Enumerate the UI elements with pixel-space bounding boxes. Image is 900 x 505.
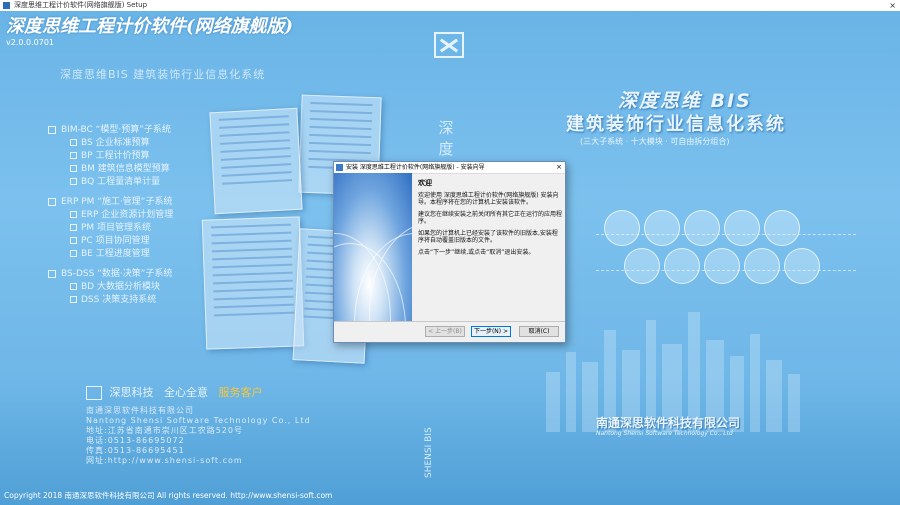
setup-icon xyxy=(336,164,343,171)
brand-vertical: SHENSI BIS xyxy=(424,427,434,478)
module-hex-icon xyxy=(704,248,740,284)
module-hex-icon xyxy=(784,248,820,284)
section-item: BE 工程进度管理 xyxy=(48,248,173,261)
slogan-brand: 深思科技 xyxy=(109,386,154,399)
contact-line: 传真:0513-86695451 xyxy=(86,446,185,455)
skyline-building xyxy=(566,352,576,432)
splash-slogan: 深思科技 全心全意 服务客户 xyxy=(86,384,263,400)
section-item: BD 大数据分析模块 xyxy=(48,281,172,294)
dialog-welcome-heading: 欢迎 xyxy=(418,179,432,187)
dialog-content: 欢迎 欢迎使用 深度思维工程计价软件(网络旗舰版) 安装向导。本程序将在您的计算… xyxy=(418,180,562,261)
skyline-building xyxy=(766,360,782,432)
section-dss: BS-DSS “数据·决策”子系统 BD 大数据分析模块 DSS 决策支持系统 xyxy=(48,268,172,307)
contact-line: 电话:0513-86695072 xyxy=(86,436,185,445)
cancel-button[interactable]: 取消(C) xyxy=(519,326,559,337)
module-hex-icon xyxy=(664,248,700,284)
splash-version: v2.0.0.0701 xyxy=(6,38,54,47)
section-item: BS 企业标准预算 xyxy=(48,137,171,150)
contact-line: 地址:江苏省南通市崇川区工农路520号 xyxy=(86,426,243,435)
section-item: BM 建筑信息模型预算 xyxy=(48,163,171,176)
module-hex-icon xyxy=(684,210,720,246)
contact-line: 网址:http://www.shensi-soft.com xyxy=(86,456,243,465)
dialog-separator xyxy=(334,321,565,322)
module-hex-icon xyxy=(724,210,760,246)
doc-card-3 xyxy=(201,216,305,350)
section-bim: BIM-BC “模型·预算”子系统 BS 企业标准预算 BP 工程计价预算 BM… xyxy=(48,124,171,189)
section-item: BQ 工程量清单计量 xyxy=(48,176,171,189)
shensi-logo-icon xyxy=(434,32,464,58)
window-close-icon[interactable]: × xyxy=(889,0,896,11)
module-hex-icon xyxy=(624,248,660,284)
next-button[interactable]: 下一步(N) > xyxy=(471,326,511,337)
app-icon xyxy=(3,2,10,9)
section-item: BP 工程计价预算 xyxy=(48,150,171,163)
copyright: Copyright 2018 南通深思软件科技有限公司 All rights r… xyxy=(4,491,333,500)
section-erp: ERP PM “施工·管理”子系统 ERP 企业资源计划管理 PM 项目管理系统… xyxy=(48,196,173,261)
module-hex-icon xyxy=(764,210,800,246)
section-head-bim: BIM-BC “模型·预算”子系统 xyxy=(48,124,171,137)
skyline-building xyxy=(788,374,800,432)
skyline-building xyxy=(546,372,560,432)
skyline-building xyxy=(750,334,760,432)
section-head-dss: BS-DSS “数据·决策”子系统 xyxy=(48,268,172,281)
dialog-title: 安装 深度思维工程计价软件(网络旗舰版) - 安装向导 xyxy=(346,164,485,171)
dialog-paragraph: 点击“下一步”继续,或点击“取消”退出安装。 xyxy=(418,249,535,256)
dialog-paragraph: 欢迎使用 深度思维工程计价软件(网络旗舰版) 安装向导。本程序将在您的计算机上安… xyxy=(418,192,559,206)
splash-right-title-2: 建筑装饰行业信息化系统 xyxy=(566,114,786,135)
window-titlebar: 深度思维工程计价软件(网络旗舰版) Setup × xyxy=(0,0,900,11)
splash-left-headline: 深度思维BIS 建筑装饰行业信息化系统 xyxy=(60,68,266,81)
section-item: ERP 企业资源计划管理 xyxy=(48,209,173,222)
splash-app-title: 深度思维工程计价软件(网络旗舰版) xyxy=(6,16,294,37)
contact-line: 南通深思软件科技有限公司 xyxy=(86,406,194,415)
contact-block: 南通深思软件科技有限公司 Nantong Shensi Software Tec… xyxy=(86,406,311,466)
module-hex-icon xyxy=(604,210,640,246)
slogan-highlight: 服务客户 xyxy=(218,386,263,399)
shensi-small-logo-icon xyxy=(86,386,102,400)
splash-right-title-1: 深度思维 BIS xyxy=(618,90,752,112)
section-item: PM 项目管理系统 xyxy=(48,222,173,235)
section-head-erp: ERP PM “施工·管理”子系统 xyxy=(48,196,173,209)
setup-dialog: 安装 深度思维工程计价软件(网络旗舰版) - 安装向导 × 欢迎 欢迎使用 深度… xyxy=(333,161,566,343)
dialog-paragraph: 建议您在继续安装之前关闭所有其它正在运行的应用程序。 xyxy=(418,211,563,225)
module-hex-icon xyxy=(644,210,680,246)
slogan-text: 全心全意 xyxy=(164,386,208,399)
splash-right-subtitle: (三大子系统 · 十大模块 · 可自由拆分组合) xyxy=(580,137,730,146)
back-button[interactable]: < 上一步(B) xyxy=(425,326,465,337)
dialog-paragraph: 如果您的计算机上已经安装了该软件的旧版本,安装程序将自动覆盖旧版本的文件。 xyxy=(418,230,558,244)
module-hex-icon xyxy=(744,248,780,284)
doc-card-2 xyxy=(209,107,303,215)
company-name-right: 南通深思软件科技有限公司 xyxy=(596,416,741,430)
section-item: DSS 决策支持系统 xyxy=(48,294,172,307)
window-title: 深度思维工程计价软件(网络旗舰版) Setup xyxy=(14,1,148,9)
company-name-en-right: Nantong Shensi Software Technology Co., … xyxy=(596,430,733,437)
section-item: PC 项目协同管理 xyxy=(48,235,173,248)
dialog-side-artwork xyxy=(334,173,412,321)
dialog-close-icon[interactable]: × xyxy=(556,162,562,173)
contact-line: Nantong Shensi Software Technology Co., … xyxy=(86,416,311,425)
